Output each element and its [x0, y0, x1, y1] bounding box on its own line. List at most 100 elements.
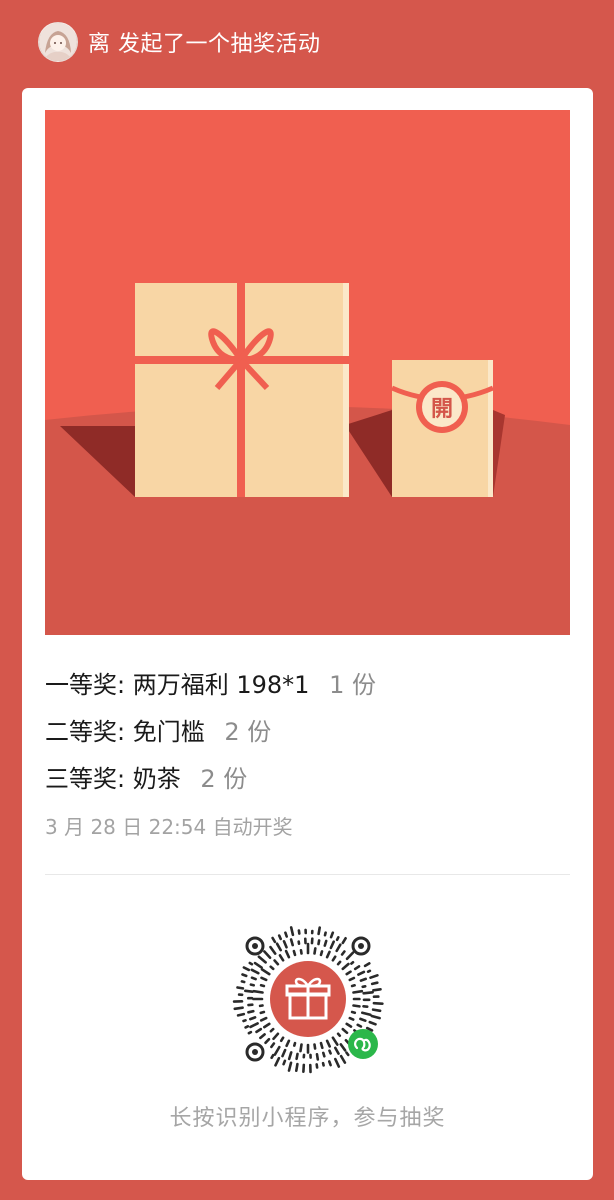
qr-dash — [274, 1056, 281, 1067]
qr-dash — [252, 989, 264, 994]
qr-dash — [247, 1030, 253, 1035]
qr-dash — [287, 1061, 293, 1072]
qr-dash — [236, 1012, 246, 1017]
qr-dash — [284, 931, 289, 938]
qr-dash — [339, 1043, 347, 1052]
qr-dash — [249, 983, 256, 987]
qr-dash — [329, 940, 335, 950]
qr-dash — [339, 1054, 347, 1064]
qr-dash — [317, 939, 321, 946]
qr-dash — [345, 970, 352, 976]
mini-program-code-icon[interactable] — [227, 918, 389, 1080]
qr-dash — [340, 950, 346, 956]
qr-dash — [331, 1036, 339, 1046]
qr-dash — [241, 973, 248, 978]
qr-dash — [372, 1001, 384, 1005]
qr-dash — [345, 1022, 353, 1028]
draw-time: 3 月 28 日 22:54 自动开奖 — [45, 815, 293, 839]
prize-count: 2 份 — [200, 765, 248, 793]
qr-dash — [315, 1053, 320, 1061]
prize-name: 两万福利 198*1 — [132, 671, 310, 699]
qr-dash — [281, 1048, 287, 1058]
prize-row-second: 二等奖: 免门槛 2 份 — [45, 709, 570, 756]
qr-dash — [328, 1060, 332, 1067]
qr-dash — [273, 1045, 281, 1056]
user-name: 离 — [88, 32, 111, 57]
qr-dash — [359, 977, 367, 982]
qr-dash — [348, 976, 356, 982]
qr-dash — [270, 1042, 276, 1049]
qr-dash — [295, 1062, 299, 1072]
prize-name: 奶茶 — [132, 765, 181, 793]
qr-dash — [277, 934, 283, 941]
qr-dash — [242, 1019, 247, 1023]
qr-dash — [341, 962, 350, 971]
qr-dash — [269, 965, 275, 971]
qr-dash — [287, 1051, 293, 1061]
qr-dash — [293, 1041, 297, 1047]
header-title: 离 发起了一个抽奖活动 — [88, 26, 321, 58]
qr-dash — [289, 938, 294, 947]
qr-dash — [250, 968, 260, 975]
qr-dash — [372, 988, 382, 992]
qr-dash — [270, 1053, 275, 1060]
prize-list: 一等奖: 两万福利 198*1 1 份 二等奖: 免门槛 2 份 三等奖: 奶茶… — [45, 662, 570, 847]
qr-dash — [263, 950, 272, 960]
qr-dash — [289, 926, 295, 937]
qr-dash — [242, 966, 251, 972]
qr-dash — [345, 1051, 350, 1057]
qr-dash — [334, 1046, 340, 1055]
qr-dash — [323, 931, 327, 937]
avatar-icon[interactable] — [38, 22, 78, 62]
qr-dash — [260, 976, 268, 982]
qr-dash — [269, 945, 277, 955]
gift-box-icon — [135, 283, 349, 497]
qr-dash — [350, 1010, 357, 1015]
qr-dash — [262, 1022, 271, 1029]
prize-tier: 二等奖: — [45, 718, 126, 746]
qr-dash — [250, 976, 257, 981]
header: 离 发起了一个抽奖活动 — [38, 22, 321, 62]
qr-dash — [335, 943, 342, 953]
qr-dash — [317, 926, 321, 936]
qr-dash — [259, 1010, 266, 1015]
qr-dash — [255, 1027, 263, 1034]
qr-dash — [248, 1016, 257, 1021]
qr-dash — [356, 1023, 363, 1028]
qr-dash — [240, 980, 246, 984]
qr-dash — [313, 1043, 317, 1050]
qr-dash — [282, 1059, 287, 1066]
envelope-seal: 開 — [431, 397, 453, 422]
qr-dash — [273, 959, 280, 966]
qr-dash — [370, 981, 379, 986]
qr-dash — [313, 947, 317, 955]
qr-dash — [257, 955, 267, 964]
qr-dash — [260, 968, 271, 976]
prize-tier: 三等奖: — [45, 765, 126, 793]
qr-dash — [233, 1006, 244, 1011]
qr-dash — [244, 1025, 250, 1029]
qr-dash — [335, 935, 340, 942]
qr-dash — [357, 970, 366, 976]
wechat-mini-program-icon — [348, 1029, 378, 1059]
prize-row-third: 三等奖: 奶茶 2 份 — [45, 756, 570, 803]
qr-dash — [269, 1027, 275, 1033]
qr-caption: 长按识别小程序，参与抽奖 — [169, 1106, 446, 1131]
qr-dash — [264, 1037, 271, 1045]
qr-dash — [362, 991, 374, 995]
qr-dash — [272, 1032, 280, 1041]
prize-tier: 一等奖: — [45, 671, 126, 699]
qr-dash — [368, 1020, 377, 1026]
qr-dash — [295, 1052, 299, 1061]
qr-dash — [361, 1011, 372, 1016]
qr-dash — [334, 1057, 341, 1068]
qr-dash — [341, 936, 347, 945]
qr-dash — [331, 955, 337, 962]
lottery-card[interactable]: 開 一等奖: 两万福利 198*1 1 份 二等奖: 免门槛 2 份 三等奖: … — [22, 88, 593, 1180]
qr-dash — [328, 1049, 332, 1055]
qr-dash — [282, 939, 288, 949]
qr-dash — [259, 1016, 268, 1022]
prize-count: 1 份 — [329, 671, 376, 699]
qr-dash — [352, 989, 364, 994]
qr-dash — [353, 965, 361, 971]
